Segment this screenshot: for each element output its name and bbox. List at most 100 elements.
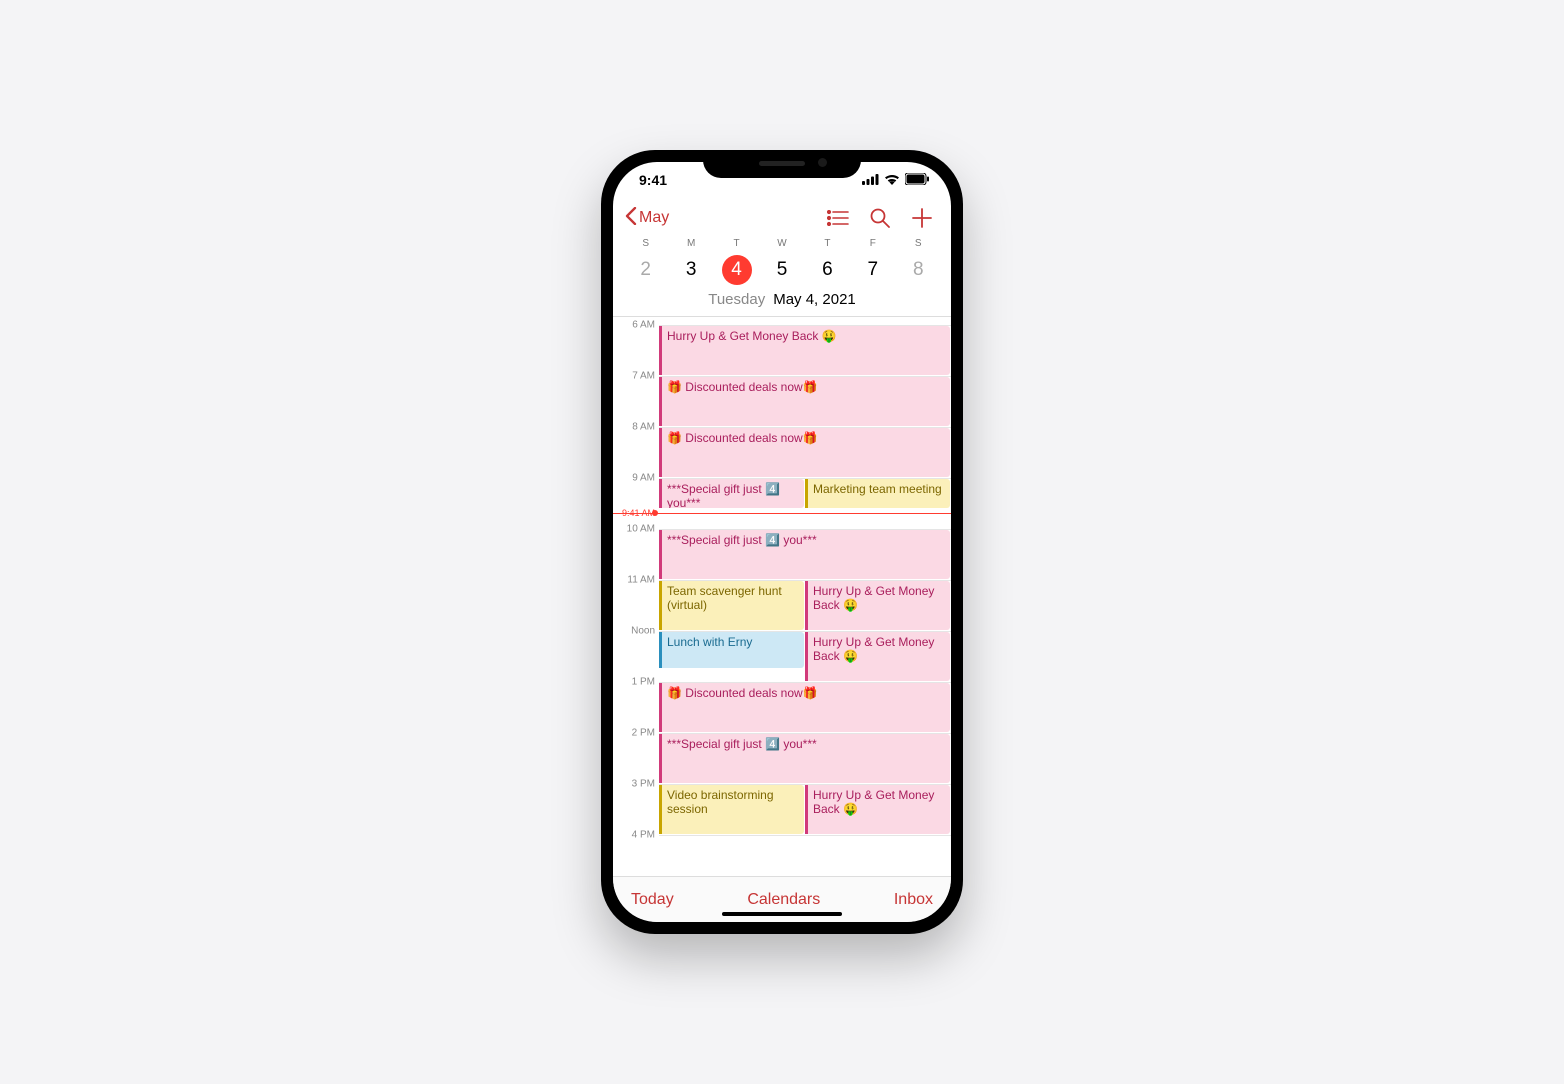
chevron-left-icon: [625, 207, 637, 230]
wifi-icon: [884, 172, 900, 188]
timeline[interactable]: 6 AM 7 AM 8 AM 9 AM 10 AM 11 AM Noon 1 PM 2 PM 3 …: [613, 317, 951, 876]
day-letter: T: [714, 238, 759, 249]
today-button[interactable]: Today: [631, 891, 674, 909]
search-icon: [870, 208, 890, 228]
calendar-event[interactable]: Video brainstorming session: [659, 785, 804, 834]
home-indicator[interactable]: [722, 912, 842, 916]
day-column[interactable]: S2: [623, 238, 668, 285]
full-date: May 4, 2021: [773, 291, 856, 308]
event-title: Hurry Up & Get Money Back 🤑: [667, 329, 837, 343]
signal-icon: [862, 172, 879, 188]
hour-line: [659, 733, 951, 734]
calendar-event[interactable]: ***Special gift just 4️⃣ you***: [659, 734, 950, 783]
calendar-event[interactable]: ***Special gift just 4️⃣ you***: [659, 479, 804, 508]
inbox-button[interactable]: Inbox: [894, 891, 933, 909]
day-column[interactable]: F7: [850, 238, 895, 285]
day-column[interactable]: T4: [714, 238, 759, 285]
hour-line: [659, 784, 951, 785]
hour-label: 2 PM: [632, 728, 655, 739]
calendar-event[interactable]: Hurry Up & Get Money Back 🤑: [805, 785, 950, 834]
hour-line: [659, 835, 951, 836]
nav-actions: [827, 207, 939, 229]
hour-gutter: 6 AM 7 AM 8 AM 9 AM 10 AM 11 AM Noon 1 PM 2 PM 3 …: [613, 317, 659, 876]
calendars-button[interactable]: Calendars: [747, 891, 820, 909]
current-time-dot: [652, 510, 658, 516]
hour-label: Noon: [631, 626, 655, 637]
search-button[interactable]: [869, 207, 891, 229]
calendar-event[interactable]: 🎁 Discounted deals now🎁: [659, 428, 950, 477]
current-time-line: [613, 513, 951, 514]
status-time: 9:41: [639, 172, 667, 188]
day-column[interactable]: W5: [759, 238, 804, 285]
day-letter: T: [805, 238, 850, 249]
hour-line: [659, 529, 951, 530]
day-number: 6: [822, 255, 833, 285]
hour-label: 6 AM: [632, 320, 655, 331]
calendar-event[interactable]: Hurry Up & Get Money Back 🤑: [805, 581, 950, 630]
calendar-event[interactable]: 🎁 Discounted deals now🎁: [659, 683, 950, 732]
day-letter: S: [896, 238, 941, 249]
notch: [703, 150, 861, 178]
calendar-event[interactable]: Hurry Up & Get Money Back 🤑: [805, 632, 950, 681]
day-number: 4: [731, 255, 742, 285]
day-column[interactable]: M3: [668, 238, 713, 285]
calendar-event[interactable]: 🎁 Discounted deals now🎁: [659, 377, 950, 426]
hour-label: 4 PM: [632, 830, 655, 841]
event-title: Hurry Up & Get Money Back 🤑: [813, 788, 934, 816]
screen: 9:41 May: [613, 162, 951, 922]
calendar-event[interactable]: Team scavenger hunt (virtual): [659, 581, 804, 630]
phone-frame: 9:41 May: [601, 150, 963, 934]
hour-label: 8 AM: [632, 422, 655, 433]
hour-label: 10 AM: [627, 524, 655, 535]
event-title: Video brainstorming session: [667, 788, 774, 816]
hour-line: [659, 376, 951, 377]
status-right: [862, 172, 929, 188]
event-title: ***Special gift just 4️⃣ you***: [667, 533, 817, 547]
event-title: Hurry Up & Get Money Back 🤑: [813, 635, 934, 663]
hour-label: 9 AM: [632, 473, 655, 484]
event-title: ***Special gift just 4️⃣ you***: [667, 737, 817, 751]
nav-bar: May: [613, 198, 951, 238]
hour-label: 11 AM: [627, 575, 655, 586]
plus-icon: [912, 208, 932, 228]
event-title: 🎁 Discounted deals now🎁: [667, 431, 818, 445]
day-letter: S: [623, 238, 668, 249]
hour-line: [659, 682, 951, 683]
day-number: 5: [777, 255, 788, 285]
hour-label: 7 AM: [632, 371, 655, 382]
event-title: Team scavenger hunt (virtual): [667, 584, 782, 612]
event-title: 🎁 Discounted deals now🎁: [667, 686, 818, 700]
calendar-event[interactable]: Hurry Up & Get Money Back 🤑: [659, 326, 950, 375]
day-letter: W: [759, 238, 804, 249]
day-column[interactable]: T6: [805, 238, 850, 285]
hour-label: 3 PM: [632, 779, 655, 790]
hour-line: [659, 580, 951, 581]
calendar-event[interactable]: ***Special gift just 4️⃣ you***: [659, 530, 950, 579]
day-number: 3: [686, 255, 697, 285]
hour-line: [659, 478, 951, 479]
day-letter: F: [850, 238, 895, 249]
battery-icon: [905, 172, 929, 188]
hour-line: [659, 427, 951, 428]
day-number: 2: [640, 255, 651, 285]
day-letter: M: [668, 238, 713, 249]
calendar-event[interactable]: Marketing team meeting: [805, 479, 950, 508]
week-strip: S2M3T4W5T6F7S8: [613, 238, 951, 285]
list-view-button[interactable]: [827, 207, 849, 229]
add-event-button[interactable]: [911, 207, 933, 229]
list-icon: [827, 210, 849, 226]
hour-label: 1 PM: [632, 677, 655, 688]
day-of-week: Tuesday: [708, 291, 765, 308]
event-title: ***Special gift just 4️⃣ you***: [667, 482, 780, 508]
event-title: 🎁 Discounted deals now🎁: [667, 380, 818, 394]
day-number: 8: [913, 255, 924, 285]
hour-line: [659, 325, 951, 326]
back-label: May: [639, 209, 669, 227]
event-title: Marketing team meeting: [813, 482, 942, 496]
event-title: Hurry Up & Get Money Back 🤑: [813, 584, 934, 612]
hour-line: [659, 631, 951, 632]
day-column[interactable]: S8: [896, 238, 941, 285]
back-button[interactable]: May: [625, 207, 669, 230]
calendar-event[interactable]: Lunch with Erny: [659, 632, 804, 668]
events-layer: Hurry Up & Get Money Back 🤑 🎁 Discounted …: [659, 317, 951, 876]
